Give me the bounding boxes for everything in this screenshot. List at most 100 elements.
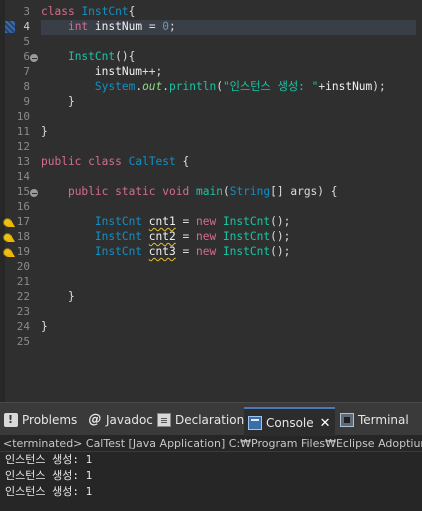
- constructor-token: InstCnt: [222, 230, 271, 243]
- line-number: 3: [23, 5, 30, 18]
- view-tab-bar: Problems @ Javadoc Declaration Console ✕ T…: [0, 402, 422, 436]
- keyword-token: new: [195, 230, 217, 243]
- unused-variable-token: cnt1: [148, 215, 176, 228]
- line-number: 24: [16, 320, 30, 333]
- type-token: InstCnt: [94, 245, 143, 258]
- constructor-token: InstCnt: [67, 50, 116, 63]
- keyword-token: public: [67, 185, 109, 198]
- unused-variable-token: cnt3: [148, 245, 176, 258]
- problems-icon: [4, 409, 18, 431]
- keyword-token: new: [195, 245, 217, 258]
- type-token: InstCnt: [94, 215, 143, 228]
- declaration-icon: [157, 412, 171, 427]
- line-number: 5: [23, 35, 30, 48]
- warning-lightbulb-icon[interactable]: [3, 217, 15, 228]
- keyword-token: static: [115, 185, 156, 198]
- code-editor[interactable]: 3 4 5 6 7 8 9 10 11 12 13 14 15 16 17 18…: [0, 0, 422, 402]
- line-number-gutter: 3 4 5 6 7 8 9 10 11 12 13 14 15 16 17 18…: [0, 0, 41, 402]
- console-output[interactable]: 인스턴스 생성: 1 인스턴스 생성: 1 인스턴스 생성: 1: [0, 452, 422, 500]
- line-number: 9: [23, 95, 30, 108]
- warning-lightbulb-icon[interactable]: [3, 232, 15, 243]
- close-icon[interactable]: ✕: [320, 409, 331, 438]
- operator-token: =: [142, 20, 163, 33]
- static-field-token: out: [142, 80, 163, 93]
- tab-declaration[interactable]: Declaration: [157, 409, 244, 431]
- code-line: InstCnt cnt3 = new InstCnt();: [41, 245, 290, 260]
- console-view: Problems @ Javadoc Declaration Console ✕ T…: [0, 402, 422, 511]
- editor-vertical-scrollbar[interactable]: [416, 0, 422, 402]
- paren-token: (){: [115, 50, 136, 63]
- fold-collapse-icon[interactable]: [30, 189, 38, 197]
- code-line: InstCnt cnt2 = new InstCnt();: [41, 230, 290, 245]
- type-token: int: [67, 20, 89, 33]
- line-number: 11: [16, 125, 30, 138]
- constructor-token: InstCnt: [222, 215, 271, 228]
- type-token: InstCnt: [94, 230, 143, 243]
- paren-token: ();: [270, 230, 291, 243]
- keyword-token: class: [41, 5, 75, 18]
- line-number: 21: [16, 275, 30, 288]
- operator-token: =: [175, 230, 196, 243]
- line-number: 14: [16, 170, 30, 183]
- line-number: 25: [16, 335, 30, 348]
- operator-token: =: [175, 215, 196, 228]
- paren-token: ) {: [317, 185, 338, 198]
- tab-console[interactable]: Console ✕: [244, 407, 335, 436]
- tab-terminal[interactable]: Terminal: [340, 409, 409, 431]
- occurrence-marker: [5, 21, 15, 33]
- line-number: 10: [16, 110, 30, 123]
- field-token: instNum: [94, 20, 143, 33]
- paren-token: (: [222, 185, 230, 198]
- class-name-token: System: [94, 80, 136, 93]
- code-line: System.out.println("인스턴스 생성: "+instNum);: [41, 80, 386, 95]
- line-number: 6: [23, 50, 30, 63]
- keyword-token: class: [88, 155, 122, 168]
- line-number: 8: [23, 80, 30, 93]
- keyword-token: new: [195, 215, 217, 228]
- console-icon: [248, 415, 262, 430]
- keyword-token: public: [41, 155, 82, 168]
- code-line: }: [41, 125, 48, 140]
- brace-token: }: [67, 290, 75, 303]
- tab-label: Declaration: [175, 413, 245, 427]
- tab-javadoc[interactable]: @ Javadoc: [88, 409, 153, 431]
- paren-token: (: [216, 80, 223, 93]
- javadoc-icon: @: [88, 411, 102, 427]
- type-token: String: [229, 185, 271, 198]
- terminal-icon: [340, 412, 354, 427]
- field-token: instNum: [94, 65, 143, 78]
- brace-token: }: [67, 95, 75, 108]
- line-number: 22: [16, 290, 30, 303]
- code-text-area[interactable]: class InstCnt{ int instNum = 0; InstCnt(…: [41, 0, 422, 402]
- method-token: println: [169, 80, 217, 93]
- tab-problems[interactable]: Problems: [4, 409, 77, 431]
- operator-token: =: [175, 245, 196, 258]
- console-output-line: 인스턴스 생성: 1: [5, 453, 93, 466]
- fold-collapse-icon[interactable]: [30, 54, 38, 62]
- tab-label: Javadoc: [106, 413, 153, 427]
- tab-label: Console: [266, 416, 314, 430]
- console-output-line: 인스턴스 생성: 1: [5, 485, 93, 498]
- code-line: instNum++;: [41, 65, 162, 80]
- semicolon-token: ;: [169, 20, 176, 33]
- line-number: 12: [16, 140, 30, 153]
- brace-token: }: [41, 320, 48, 333]
- tab-label: Terminal: [358, 413, 409, 427]
- line-number: 13: [16, 155, 30, 168]
- code-line: InstCnt(){: [41, 50, 135, 65]
- line-number: 15: [16, 185, 30, 198]
- code-line: InstCnt cnt1 = new InstCnt();: [41, 215, 290, 230]
- string-literal-token: "인스턴스 생성: ": [222, 80, 319, 93]
- code-line: }: [41, 290, 75, 305]
- brace-token: {: [175, 155, 190, 168]
- parameter-token: args: [290, 185, 318, 198]
- method-token: main: [196, 185, 223, 198]
- unused-variable-token: cnt2: [148, 230, 176, 243]
- class-name-token: InstCnt: [81, 5, 129, 18]
- brace-token: }: [41, 125, 48, 138]
- code-line: public class CalTest {: [41, 155, 189, 170]
- constructor-token: InstCnt: [222, 245, 271, 258]
- code-line: public static void main(String[] args) {: [41, 185, 338, 200]
- warning-lightbulb-icon[interactable]: [3, 247, 15, 258]
- line-number: 23: [16, 305, 30, 318]
